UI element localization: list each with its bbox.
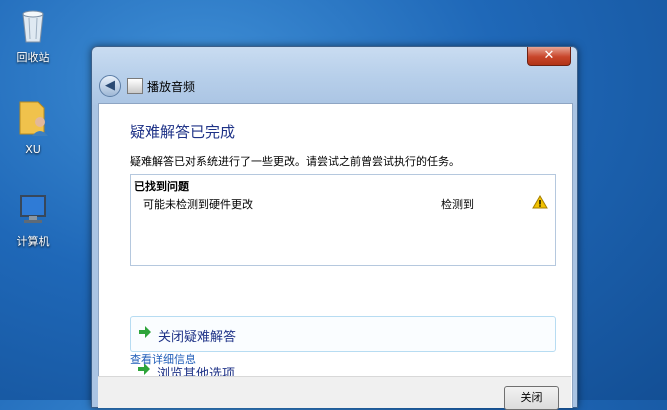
- back-button[interactable]: ◀: [99, 75, 121, 97]
- desktop-icon-user-folder[interactable]: XU: [3, 98, 63, 156]
- close-button[interactable]: 关闭: [504, 386, 559, 410]
- window-title: 播放音频: [147, 80, 196, 94]
- green-arrow-icon: [139, 326, 151, 338]
- desktop-icon-label: 回收站: [16, 51, 50, 64]
- problem-item-name: 可能未检测到硬件更改: [143, 198, 253, 211]
- window-close-button[interactable]: ✕: [527, 47, 571, 66]
- content-area: 疑难解答已完成 疑难解答已对系统进行了一些更改。请尝试之前曾尝试执行的任务。 已…: [98, 103, 573, 408]
- troubleshooter-icon: [127, 78, 143, 94]
- option-label: 关闭疑难解答: [158, 330, 237, 345]
- footer-bar: 关闭: [98, 376, 571, 410]
- desktop-icon-recycle-bin[interactable]: 回收站: [3, 6, 63, 65]
- problems-heading: 已找到问题: [134, 180, 189, 193]
- troubleshooter-window: ✕ ◀ 播放音频 疑难解答已完成 疑难解答已对系统进行了一些更改。请尝试之前曾尝…: [91, 46, 578, 410]
- user-folder-icon: [19, 101, 48, 136]
- desktop-icon-label: XU: [25, 143, 41, 156]
- close-troubleshooter-option[interactable]: 关闭疑难解答: [130, 316, 556, 352]
- desktop-icon-label: 计算机: [16, 235, 50, 248]
- page-description: 疑难解答已对系统进行了一些更改。请尝试之前曾尝试执行的任务。: [130, 155, 460, 168]
- page-title: 疑难解答已完成: [130, 123, 236, 141]
- warning-icon: [532, 195, 548, 209]
- desktop-icon-computer[interactable]: 计算机: [3, 192, 63, 249]
- view-details-link[interactable]: 查看详细信息: [130, 351, 196, 367]
- problems-list: 已找到问题 可能未检测到硬件更改 检测到: [130, 174, 556, 266]
- back-arrow-icon: ◀: [105, 78, 115, 93]
- recycle-bin-icon: [22, 10, 44, 43]
- computer-icon: [20, 195, 46, 223]
- problem-item-status: 检测到: [441, 198, 474, 211]
